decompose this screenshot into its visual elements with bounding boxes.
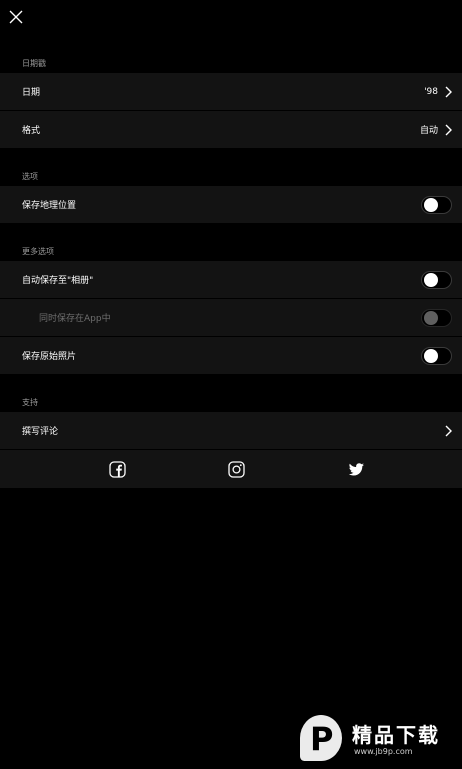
- row-format-label: 格式: [22, 126, 41, 136]
- row-save-in-app-label: 同时保存在App中: [39, 314, 111, 324]
- toggle-knob: [424, 310, 438, 325]
- row-save-location-label: 保存地理位置: [22, 201, 77, 211]
- save-location-toggle[interactable]: [421, 195, 452, 214]
- instagram-icon[interactable]: [228, 461, 245, 478]
- row-write-review[interactable]: 撰写评论: [0, 412, 462, 449]
- chevron-right-icon: [444, 425, 452, 437]
- row-date-value: '98: [424, 86, 438, 97]
- close-button[interactable]: [6, 7, 26, 27]
- social-bar: [0, 450, 462, 488]
- row-write-review-label: 撰写评论: [22, 427, 59, 437]
- section-header-datestamp: 日期戳: [22, 59, 46, 68]
- section-header-options: 选项: [22, 172, 38, 181]
- toggle-knob: [424, 348, 438, 363]
- row-save-original: 保存原始照片: [0, 337, 462, 374]
- twitter-icon[interactable]: [348, 461, 365, 478]
- row-date[interactable]: 日期 '98: [0, 73, 462, 110]
- chevron-right-icon: [444, 124, 452, 136]
- row-date-label: 日期: [22, 88, 41, 98]
- watermark-sub: www.jb9p.com: [354, 747, 413, 756]
- row-autosave-album-label: 自动保存至"相册": [22, 276, 94, 286]
- row-format-value: 自动: [419, 126, 438, 136]
- watermark-text: 精品下载: [352, 723, 440, 747]
- watermark: P 精品下载 www.jb9p.com: [296, 709, 462, 769]
- toggle-knob: [424, 197, 438, 212]
- save-original-toggle[interactable]: [421, 346, 452, 365]
- row-save-original-label: 保存原始照片: [22, 352, 77, 362]
- row-save-in-app: 同时保存在App中: [0, 299, 462, 336]
- close-icon: [9, 10, 23, 24]
- row-autosave-album: 自动保存至"相册": [0, 261, 462, 298]
- facebook-icon[interactable]: [109, 461, 126, 478]
- section-header-support: 支持: [22, 398, 38, 407]
- row-format[interactable]: 格式 自动: [0, 111, 462, 148]
- row-save-location: 保存地理位置: [0, 186, 462, 223]
- chevron-right-icon: [444, 86, 452, 98]
- toggle-knob: [424, 272, 438, 287]
- autosave-album-toggle[interactable]: [421, 270, 452, 289]
- section-header-more-options: 更多选项: [22, 247, 54, 256]
- top-bar: [0, 0, 462, 50]
- watermark-logo: P: [300, 715, 342, 761]
- save-in-app-toggle[interactable]: [421, 308, 452, 327]
